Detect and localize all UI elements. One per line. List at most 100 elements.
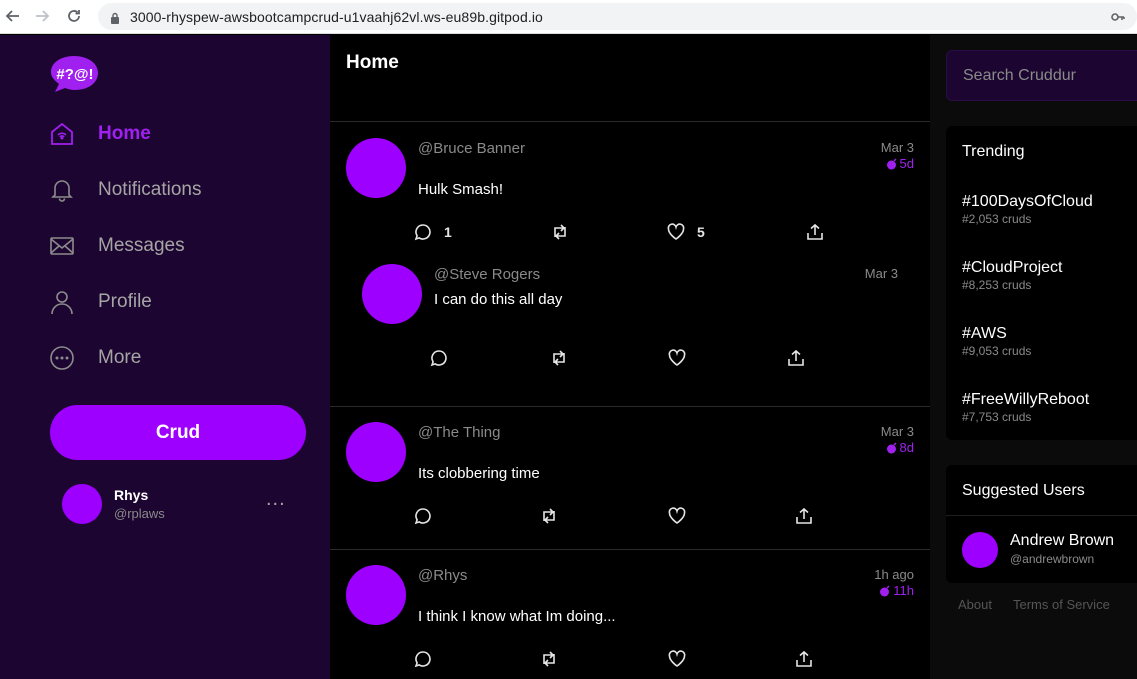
reply-message: I can do this all day bbox=[434, 291, 563, 308]
like-button[interactable] bbox=[668, 650, 686, 668]
envelope-icon bbox=[49, 233, 75, 259]
expiry-text: 5d bbox=[899, 156, 914, 171]
right-sidebar: Trending #100DaysOfCloud #2,053 cruds #C… bbox=[930, 35, 1137, 679]
home-feed: Home @Bruce Banner Mar 3 5d Hulk Smash! … bbox=[330, 35, 930, 679]
reply-button[interactable] bbox=[414, 650, 432, 668]
activity-item[interactable]: @Rhys 1h ago 11h I think I know what Im … bbox=[330, 550, 930, 679]
trend-tag[interactable]: #AWS bbox=[962, 325, 1007, 343]
expiry-text: 8d bbox=[899, 440, 914, 455]
reply-button[interactable] bbox=[414, 507, 432, 525]
avatar bbox=[346, 138, 406, 198]
address-bar[interactable]: 3000-rhyspew-awsbootcampcrud-u1vaahj62vl… bbox=[98, 3, 1137, 30]
avatar bbox=[62, 484, 102, 524]
expiry-badge: 8d bbox=[886, 440, 914, 455]
post-handle[interactable]: @Bruce Banner bbox=[418, 140, 525, 157]
nav-messages[interactable]: Messages bbox=[49, 231, 185, 261]
reply-handle[interactable]: @Steve Rogers bbox=[434, 266, 540, 283]
trend-tag[interactable]: #100DaysOfCloud bbox=[962, 193, 1093, 211]
nav-home-label: Home bbox=[98, 123, 151, 144]
heart-icon bbox=[668, 507, 686, 524]
url-text: 3000-rhyspew-awsbootcampcrud-u1vaahj62vl… bbox=[130, 8, 543, 25]
repost-icon bbox=[553, 350, 565, 366]
post-message: Hulk Smash! bbox=[418, 181, 504, 198]
post-handle[interactable]: @The Thing bbox=[418, 424, 501, 441]
activity-item[interactable]: @Bruce Banner Mar 3 5d Hulk Smash! 1 5 @… bbox=[330, 123, 930, 407]
user-name: Rhys bbox=[114, 487, 149, 503]
suggested-title: Suggested Users bbox=[962, 482, 1085, 499]
repost-button[interactable] bbox=[550, 349, 568, 367]
trend-count: #2,053 cruds bbox=[962, 212, 1032, 226]
bomb-icon bbox=[886, 441, 897, 453]
home-icon bbox=[49, 121, 75, 147]
repost-icon bbox=[543, 651, 555, 667]
repost-button[interactable] bbox=[540, 650, 558, 668]
expiry-text: 11h bbox=[893, 583, 914, 598]
more-circle-icon bbox=[49, 345, 75, 371]
nav-profile-label: Profile bbox=[98, 291, 152, 312]
repost-icon bbox=[543, 508, 555, 524]
forward-arrow-icon[interactable] bbox=[31, 5, 53, 27]
share-button[interactable] bbox=[806, 223, 824, 241]
key-icon[interactable] bbox=[1111, 10, 1125, 22]
lock-icon bbox=[110, 11, 120, 24]
heart-icon bbox=[668, 650, 686, 667]
user-handle: @rplaws bbox=[114, 506, 165, 521]
current-user[interactable]: Rhys @rplaws ... bbox=[62, 484, 302, 524]
reply-button[interactable]: 1 bbox=[414, 223, 452, 241]
repost-button[interactable] bbox=[551, 223, 569, 241]
user-menu-button[interactable]: ... bbox=[266, 488, 286, 511]
nav-notifications-label: Notifications bbox=[98, 179, 202, 200]
cruddur-logo[interactable]: #?@! bbox=[50, 54, 100, 94]
trend-tag[interactable]: #FreeWillyReboot bbox=[962, 391, 1089, 409]
share-button[interactable] bbox=[795, 507, 813, 525]
share-icon bbox=[807, 223, 823, 240]
nav-more-label: More bbox=[98, 347, 142, 368]
avatar bbox=[346, 422, 406, 482]
nav-notifications[interactable]: Notifications bbox=[49, 175, 202, 205]
nav-profile[interactable]: Profile bbox=[49, 287, 152, 317]
suggested-user-name[interactable]: Andrew Brown bbox=[1010, 532, 1114, 550]
activity-item[interactable]: @The Thing Mar 3 8d Its clobbering time bbox=[330, 407, 930, 550]
crud-button[interactable]: Crud bbox=[50, 405, 306, 460]
nav-messages-label: Messages bbox=[98, 235, 185, 256]
like-button[interactable] bbox=[668, 349, 686, 367]
post-date: Mar 3 bbox=[880, 424, 914, 439]
post-handle[interactable]: @Rhys bbox=[418, 567, 467, 584]
nav-home[interactable]: Home bbox=[49, 119, 151, 149]
share-button[interactable] bbox=[787, 349, 805, 367]
post-message: Its clobbering time bbox=[418, 465, 540, 482]
suggested-users-panel: Suggested Users Andrew Brown @andrewbrow… bbox=[946, 465, 1137, 583]
search-input[interactable] bbox=[946, 50, 1137, 101]
trending-title: Trending bbox=[962, 143, 1025, 160]
person-icon bbox=[49, 289, 75, 315]
left-sidebar: #?@! Home Notifications Messages Profile… bbox=[0, 35, 330, 679]
trend-count: #9,053 cruds bbox=[962, 344, 1032, 358]
trend-tag[interactable]: #CloudProject bbox=[962, 259, 1063, 277]
repost-button[interactable] bbox=[540, 507, 558, 525]
back-arrow-icon[interactable] bbox=[2, 5, 24, 27]
like-button[interactable] bbox=[668, 507, 686, 525]
bomb-icon bbox=[886, 157, 897, 169]
browser-toolbar: 3000-rhyspew-awsbootcampcrud-u1vaahj62vl… bbox=[0, 0, 1137, 34]
like-count: 5 bbox=[697, 224, 705, 240]
nav-more[interactable]: More bbox=[49, 343, 141, 373]
reply-button[interactable] bbox=[430, 349, 448, 367]
trend-count: #8,253 cruds bbox=[962, 278, 1032, 292]
share-icon bbox=[796, 650, 812, 667]
like-button[interactable]: 5 bbox=[667, 223, 705, 241]
reply-icon bbox=[430, 350, 447, 367]
suggested-user-handle: @andrewbrown bbox=[1010, 552, 1095, 566]
expiry-badge: 11h bbox=[879, 583, 914, 598]
reply-icon bbox=[414, 651, 431, 668]
reply-icon bbox=[414, 224, 431, 241]
about-link[interactable]: About bbox=[958, 597, 992, 612]
reply-date: Mar 3 bbox=[864, 266, 898, 281]
heart-icon bbox=[668, 349, 686, 366]
avatar bbox=[346, 565, 406, 625]
share-button[interactable] bbox=[795, 650, 813, 668]
reload-icon[interactable] bbox=[63, 5, 85, 27]
page-title: Home bbox=[346, 52, 399, 73]
terms-link[interactable]: Terms of Service bbox=[1013, 597, 1110, 612]
trend-count: #7,753 cruds bbox=[962, 410, 1032, 424]
divider bbox=[946, 515, 1137, 516]
